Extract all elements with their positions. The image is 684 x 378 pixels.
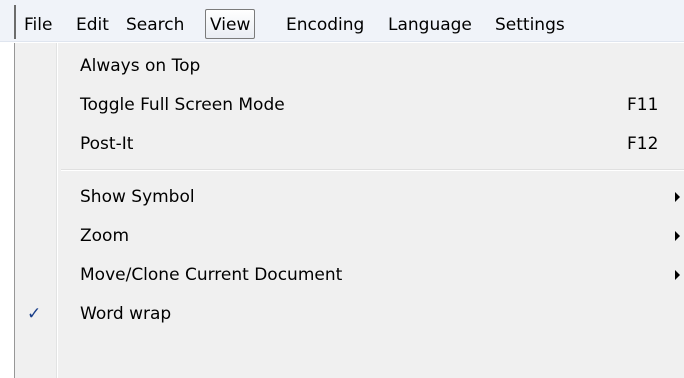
menu-encoding[interactable]: Encoding [286, 14, 364, 36]
menu-bar-edge [14, 5, 16, 39]
menu-item-show-symbol[interactable]: Show Symbol [15, 180, 684, 214]
menu-edit[interactable]: Edit [76, 14, 109, 36]
submenu-arrow-icon [675, 192, 680, 202]
menu-item-post-it[interactable]: Post-It F12 [15, 127, 684, 161]
submenu-arrow-icon [675, 231, 680, 241]
check-mark-icon: ✓ [27, 304, 42, 324]
menu-bar: File Edit Search View Encoding Language … [0, 0, 684, 42]
menu-item-shortcut: F12 [627, 134, 659, 154]
menu-view[interactable]: View [205, 9, 256, 39]
submenu-arrow-icon [675, 270, 680, 280]
menu-item-label: Word wrap [80, 304, 172, 324]
menu-item-label: Always on Top [80, 56, 201, 76]
menu-item-zoom[interactable]: Zoom [15, 219, 684, 253]
view-menu-dropdown: Always on Top Toggle Full Screen Mode F1… [14, 43, 684, 378]
menu-item-always-on-top[interactable]: Always on Top [15, 49, 684, 83]
notepad-plus-plus-window: File Edit Search View Encoding Language … [0, 0, 684, 378]
menu-item-label: Show Symbol [80, 187, 195, 207]
menu-file[interactable]: File [24, 14, 52, 36]
menu-settings[interactable]: Settings [495, 14, 565, 36]
menu-item-label: Toggle Full Screen Mode [80, 95, 285, 115]
menu-item-shortcut: F11 [627, 95, 659, 115]
menu-item-label: Zoom [80, 226, 130, 246]
menu-language[interactable]: Language [388, 14, 472, 36]
menu-item-toggle-full-screen[interactable]: Toggle Full Screen Mode F11 [15, 88, 684, 122]
menu-separator-highlight [61, 170, 684, 171]
menu-item-move-clone-document[interactable]: Move/Clone Current Document [15, 258, 684, 292]
menu-item-label: Post-It [80, 134, 134, 154]
menu-item-word-wrap[interactable]: ✓ Word wrap [15, 297, 684, 331]
menu-item-label: Move/Clone Current Document [80, 265, 343, 285]
menu-search[interactable]: Search [126, 14, 184, 36]
